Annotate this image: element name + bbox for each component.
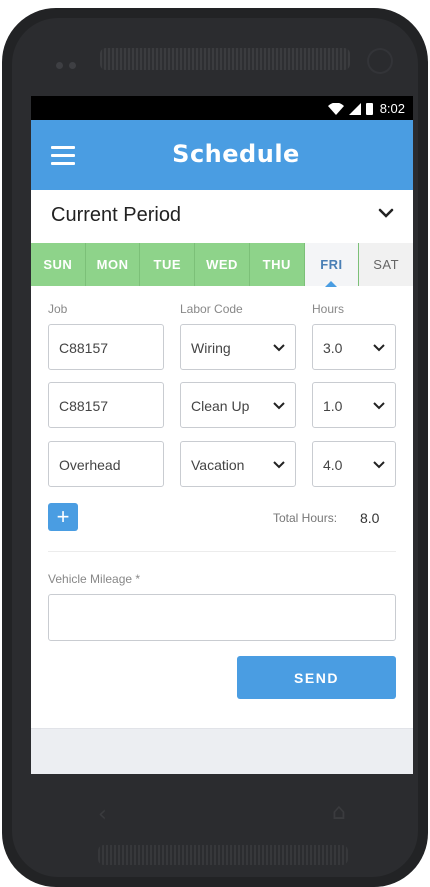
tab-mon[interactable]: MON <box>85 243 141 286</box>
footer-bar <box>31 728 413 774</box>
job-value: Overhead <box>59 457 121 473</box>
hours-value: 3.0 <box>323 340 343 356</box>
chevron-down-icon <box>273 402 285 410</box>
column-header-labor-code: Labor Code <box>180 302 243 316</box>
labor-code-value: Vacation <box>191 457 245 473</box>
bottom-speaker <box>98 845 348 865</box>
hours-select[interactable]: 1.0 <box>312 382 396 428</box>
app-screen: 8:02 Schedule Current Period SUN MON TUE… <box>31 96 413 774</box>
labor-code-select[interactable]: Vacation <box>180 441 296 487</box>
hours-select[interactable]: 3.0 <box>312 324 396 370</box>
hours-value: 1.0 <box>323 398 343 414</box>
vehicle-mileage-label: Vehicle Mileage * <box>48 572 141 586</box>
wifi-icon <box>327 102 344 115</box>
tab-thu[interactable]: THU <box>249 243 305 286</box>
column-header-job: Job <box>48 302 68 316</box>
sensor-dots <box>56 56 90 69</box>
tab-fri[interactable]: FRI <box>304 243 360 287</box>
back-icon[interactable]: ‹ <box>98 802 107 827</box>
signal-icon <box>348 102 361 115</box>
earpiece-speaker <box>100 48 350 70</box>
chevron-down-icon <box>273 344 285 352</box>
divider <box>48 551 396 552</box>
total-hours-value: 8.0 <box>360 510 380 526</box>
labor-code-select[interactable]: Wiring <box>180 324 296 370</box>
tab-sun[interactable]: SUN <box>31 243 86 286</box>
job-value: C88157 <box>59 398 109 414</box>
tab-tue[interactable]: TUE <box>140 243 196 286</box>
hours-value: 4.0 <box>323 457 343 473</box>
labor-code-select[interactable]: Clean Up <box>180 382 296 428</box>
front-camera <box>367 48 393 74</box>
battery-icon <box>365 102 373 115</box>
job-value: C88157 <box>59 340 109 356</box>
period-label: Current Period <box>51 204 182 226</box>
status-icons: 8:02 <box>327 101 405 116</box>
home-icon[interactable]: ⌂ <box>332 800 346 825</box>
chevron-down-icon <box>273 461 285 469</box>
labor-code-value: Wiring <box>191 340 231 356</box>
add-row-button[interactable]: + <box>48 503 78 531</box>
hours-select[interactable]: 4.0 <box>312 441 396 487</box>
page-title: Schedule <box>172 140 300 168</box>
column-header-hours: Hours <box>312 302 345 316</box>
labor-code-value: Clean Up <box>191 398 250 414</box>
job-field[interactable]: C88157 <box>48 382 164 428</box>
tab-sat[interactable]: SAT <box>359 243 413 286</box>
chevron-down-icon <box>373 344 385 352</box>
period-selector[interactable]: Current Period <box>31 190 413 242</box>
status-bar: 8:02 <box>31 96 413 120</box>
app-bar: Schedule <box>31 120 413 190</box>
send-button[interactable]: SEND <box>237 656 396 699</box>
chevron-down-icon <box>373 402 385 410</box>
status-time: 8:02 <box>379 101 405 116</box>
job-field[interactable]: C88157 <box>48 324 164 370</box>
tab-wed[interactable]: WED <box>195 243 250 286</box>
chevron-down-icon <box>378 208 394 218</box>
chevron-down-icon <box>373 461 385 469</box>
job-field[interactable]: Overhead <box>48 441 164 487</box>
day-tabs: SUN MON TUE WED THU FRI SAT <box>31 243 413 287</box>
total-hours-label: Total Hours: <box>273 511 338 525</box>
vehicle-mileage-input[interactable] <box>48 594 396 641</box>
